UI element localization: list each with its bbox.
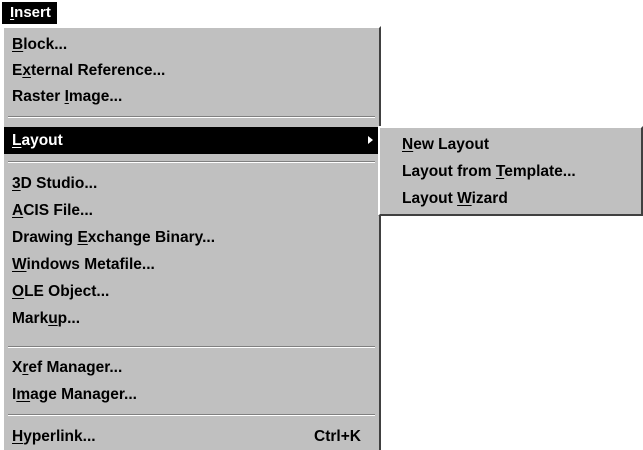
insert-menu: Block... External Reference... Raster Im…	[2, 26, 381, 450]
menu-item-drawing-exchange-binary[interactable]: Drawing Exchange Binary...	[4, 225, 379, 251]
submenu-item-label: New Layout	[402, 136, 489, 153]
submenu-item-label: Layout from Template...	[402, 163, 576, 180]
menu-item-label: External Reference...	[12, 62, 166, 79]
menu-title-rest: nsert	[14, 4, 51, 21]
menu-item-external-reference[interactable]: External Reference...	[4, 58, 379, 84]
menu-item-label: Windows Metafile...	[12, 256, 155, 273]
menu-item-image-manager[interactable]: Image Manager...	[4, 382, 379, 408]
menu-item-label: Image Manager...	[12, 386, 137, 403]
menu-item-label: Xref Manager...	[12, 359, 123, 376]
menu-item-label: OLE Object...	[12, 283, 110, 300]
menu-item-label: ACIS File...	[12, 202, 93, 219]
menu-item-hyperlink[interactable]: Hyperlink... Ctrl+K	[4, 424, 379, 450]
menu-separator	[8, 161, 375, 163]
menu-item-xref-manager[interactable]: Xref Manager...	[4, 355, 379, 381]
layout-submenu: New Layout Layout from Template... Layou…	[378, 126, 643, 216]
menu-item-raster-image[interactable]: Raster Image...	[4, 84, 379, 110]
menu-item-label: Markup...	[12, 310, 81, 327]
shortcut-label: Ctrl+K	[314, 428, 361, 445]
menu-item-3d-studio[interactable]: 3D Studio...	[4, 171, 379, 197]
submenu-arrow-icon	[368, 136, 373, 144]
menu-item-label: 3D Studio...	[12, 175, 98, 192]
menu-item-acis-file[interactable]: ACIS File...	[4, 198, 379, 224]
menu-item-label: Layout	[12, 132, 63, 149]
menu-separator	[8, 116, 375, 118]
submenu-item-layout-wizard[interactable]: Layout Wizard	[380, 185, 639, 212]
submenu-item-layout-from-template[interactable]: Layout from Template...	[380, 158, 639, 185]
submenu-item-new-layout[interactable]: New Layout	[380, 131, 639, 158]
menu-separator	[8, 346, 375, 348]
menu-item-layout[interactable]: Layout	[4, 127, 379, 154]
menu-separator	[8, 414, 375, 416]
menu-item-windows-metafile[interactable]: Windows Metafile...	[4, 252, 379, 278]
menu-item-ole-object[interactable]: OLE Object...	[4, 279, 379, 305]
menu-item-block[interactable]: Block...	[4, 32, 379, 58]
menu-item-label: Drawing Exchange Binary...	[12, 229, 215, 246]
menu-item-label: Block...	[12, 36, 68, 53]
menu-item-markup[interactable]: Markup...	[4, 306, 379, 332]
menu-insert-title[interactable]: Insert	[2, 2, 57, 24]
menu-item-label: Raster Image...	[12, 88, 123, 105]
menu-item-label: Hyperlink...	[12, 428, 96, 445]
submenu-item-label: Layout Wizard	[402, 190, 508, 207]
